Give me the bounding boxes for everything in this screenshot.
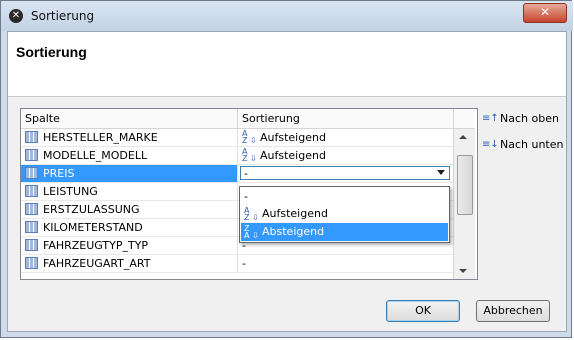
sort-cell[interactable]: AZ ⇩ Aufsteigend <box>238 129 453 147</box>
column-name: PREIS <box>43 167 75 180</box>
sort-cell[interactable]: - <box>238 255 453 273</box>
close-button[interactable]: ✕ <box>523 3 567 23</box>
table-row[interactable]: FAHRZEUGART_ART - <box>21 255 453 273</box>
column-cell[interactable]: MODELLE_MODELL <box>21 147 238 165</box>
column-cell[interactable]: LEISTUNG <box>21 183 238 201</box>
column-cell[interactable]: HERSTELLER_MARKE <box>21 129 238 147</box>
table-column-icon <box>25 257 38 269</box>
sort-dropdown-list: - AZ ⇩ Aufsteigend ZA ⇩ Absteigend <box>239 186 450 243</box>
dropdown-option-descending[interactable]: ZA ⇩ Absteigend <box>241 223 448 241</box>
column-cell[interactable]: ERSTZULASSUNG <box>21 201 238 219</box>
ok-button[interactable]: OK <box>386 300 460 322</box>
header-band: Sortierung <box>8 32 566 97</box>
table-row-selected[interactable]: PREIS - <box>21 165 453 183</box>
option-label: - <box>244 190 248 203</box>
move-down-icon: ≡↓ <box>482 139 499 150</box>
column-cell[interactable]: KILOMETERSTAND <box>21 219 238 237</box>
column-header-sortierung[interactable]: Sortierung <box>238 109 453 129</box>
option-label: Aufsteigend <box>262 207 328 220</box>
table-column-icon <box>25 149 38 161</box>
move-down-label: Nach unten <box>500 138 564 151</box>
column-cell[interactable]: FAHRZEUGTYP_TYP <box>21 237 238 255</box>
option-label: Absteigend <box>262 225 325 238</box>
table-row[interactable]: HERSTELLER_MARKE AZ ⇩ Aufsteigend <box>21 129 453 147</box>
table-column-icon <box>25 167 38 179</box>
table-row[interactable]: MODELLE_MODELL AZ ⇩ Aufsteigend <box>21 147 453 165</box>
sort-ascending-icon: AZ ⇩ <box>242 129 257 145</box>
column-name: MODELLE_MODELL <box>43 149 148 162</box>
app-icon: ✕ <box>9 9 23 23</box>
move-up-icon: ≡↑ <box>482 113 499 124</box>
column-name: HERSTELLER_MARKE <box>43 131 158 144</box>
column-name: ERSTZULASSUNG <box>43 203 140 216</box>
combobox-value: - <box>244 167 248 180</box>
sort-descending-icon: ZA ⇩ <box>244 224 259 240</box>
column-name: FAHRZEUGART_ART <box>43 257 151 270</box>
window-title: Sortierung <box>31 9 95 23</box>
dialog-window: ✕ Sortierung ✕ Sortierung Spalte Sortier… <box>0 0 573 338</box>
column-name: KILOMETERSTAND <box>43 221 143 234</box>
table-column-icon <box>25 221 38 233</box>
sort-cell[interactable]: AZ ⇩ Aufsteigend <box>238 147 453 165</box>
column-header-spalte[interactable]: Spalte <box>21 109 238 129</box>
column-name: LEISTUNG <box>43 185 98 198</box>
column-cell[interactable]: FAHRZEUGART_ART <box>21 255 238 273</box>
chevron-down-icon[interactable] <box>437 170 445 175</box>
table-column-icon <box>25 185 38 197</box>
sort-combobox[interactable]: - <box>240 166 450 180</box>
sort-value: Aufsteigend <box>260 149 326 162</box>
sort-cell[interactable]: - <box>238 165 453 183</box>
sort-value: Aufsteigend <box>260 131 326 144</box>
dialog-content: Sortierung Spalte Sortierung HERSTELLER_… <box>7 31 567 332</box>
table-column-icon <box>25 131 38 143</box>
sort-value: - <box>242 257 246 270</box>
column-cell[interactable]: PREIS <box>21 165 238 183</box>
dropdown-option-ascending[interactable]: AZ ⇩ Aufsteigend <box>241 205 448 223</box>
scroll-up-icon[interactable] <box>459 135 467 139</box>
cancel-button[interactable]: Abbrechen <box>476 300 550 322</box>
scroll-down-icon[interactable] <box>459 269 467 273</box>
table-column-icon <box>25 239 38 251</box>
column-name: FAHRZEUGTYP_TYP <box>43 239 149 252</box>
vertical-scrollbar[interactable] <box>453 129 475 279</box>
table-column-icon <box>25 203 38 215</box>
column-header-filler <box>453 109 475 129</box>
sort-ascending-icon: AZ ⇩ <box>244 206 259 222</box>
move-up-label: Nach oben <box>500 112 559 125</box>
page-title: Sortierung <box>16 44 87 60</box>
scrollbar-thumb[interactable] <box>457 155 473 215</box>
title-bar[interactable]: ✕ Sortierung ✕ <box>1 1 573 31</box>
dropdown-option-none[interactable]: - <box>241 188 448 206</box>
sort-ascending-icon: AZ ⇩ <box>242 147 257 163</box>
